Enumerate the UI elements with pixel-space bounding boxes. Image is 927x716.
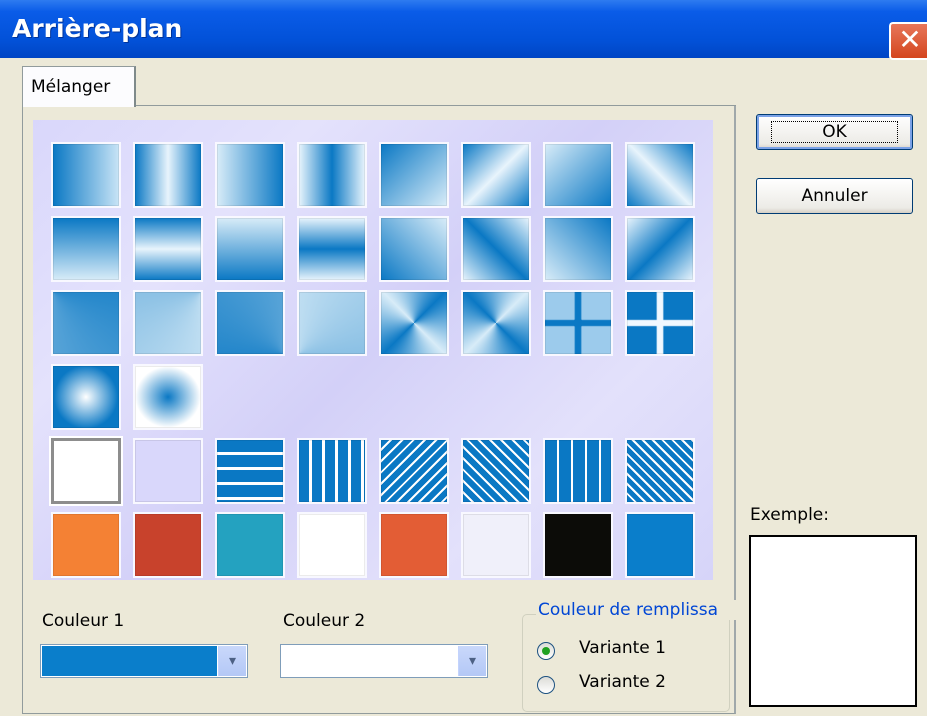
swatch-corner-2[interactable]	[133, 290, 203, 356]
swatch-stripes-diagonal-up[interactable]	[379, 438, 449, 504]
swatch-solid-orange[interactable]	[51, 512, 121, 578]
color2-dropdown[interactable]: ▾	[280, 644, 488, 678]
preview-box	[749, 535, 917, 707]
swatch-gradient-v-2[interactable]	[133, 216, 203, 282]
swatch-box-2[interactable]	[461, 290, 531, 356]
swatch-gradient-v-1[interactable]	[51, 216, 121, 282]
variant2-radio[interactable]	[537, 676, 555, 694]
variant2-label[interactable]: Variante 2	[579, 672, 666, 692]
color1-value	[42, 646, 217, 676]
swatch-crosshatch[interactable]	[625, 438, 695, 504]
close-button[interactable]: ✕	[889, 22, 927, 60]
cancel-button[interactable]: Annuler	[756, 178, 913, 214]
swatch-radial-1[interactable]	[51, 364, 121, 430]
swatch-gradient-d-5[interactable]	[379, 216, 449, 282]
title-bar: Arrière-plan ✕	[0, 0, 927, 60]
swatch-cross-2[interactable]	[625, 290, 695, 356]
swatch-solid-red[interactable]	[133, 512, 203, 578]
fill-color-group	[522, 614, 730, 712]
swatch-gradient-d-8[interactable]	[625, 216, 695, 282]
color2-label: Couleur 2	[283, 611, 366, 631]
swatch-gradient-d-3[interactable]	[543, 142, 613, 208]
swatch-radial-2[interactable]	[133, 364, 203, 430]
swatch-gradient-d-6[interactable]	[461, 216, 531, 282]
swatch-gradient-d-4[interactable]	[625, 142, 695, 208]
swatch-gradient-v-4[interactable]	[297, 216, 367, 282]
swatch-gradient-d-2[interactable]	[461, 142, 531, 208]
tab-melanger[interactable]: Mélanger	[22, 66, 136, 107]
color2-value	[282, 646, 457, 676]
ok-button-label: OK	[771, 121, 898, 143]
swatch-gradient-h-3[interactable]	[215, 142, 285, 208]
ok-button[interactable]: OK	[756, 114, 913, 150]
swatch-gradient-d-7[interactable]	[543, 216, 613, 282]
radio-selected-dot	[542, 647, 550, 655]
preview-label: Exemple:	[750, 505, 829, 525]
swatch-solid-orange-red[interactable]	[379, 512, 449, 578]
swatch-cross-1[interactable]	[543, 290, 613, 356]
swatch-stripes-vertical[interactable]	[297, 438, 367, 504]
swatch-corner-3[interactable]	[215, 290, 285, 356]
chevron-down-icon[interactable]: ▾	[458, 646, 486, 676]
swatch-gradient-h-4[interactable]	[297, 142, 367, 208]
swatch-corner-1[interactable]	[51, 290, 121, 356]
swatch-grid[interactable]	[543, 438, 613, 504]
tab-panel-border	[135, 105, 736, 106]
variant1-radio[interactable]	[537, 642, 555, 660]
variant1-label[interactable]: Variante 1	[579, 638, 666, 658]
swatch-solid-black[interactable]	[543, 512, 613, 578]
swatch-plain-lavender[interactable]	[133, 438, 203, 504]
swatch-plain-white[interactable]	[51, 438, 121, 504]
swatch-stripes-diagonal-down[interactable]	[461, 438, 531, 504]
color1-dropdown[interactable]: ▾	[40, 644, 248, 678]
swatch-solid-very-light[interactable]	[461, 512, 531, 578]
swatch-gradient-h-2[interactable]	[133, 142, 203, 208]
pattern-grid	[33, 120, 713, 580]
swatch-solid-teal[interactable]	[215, 512, 285, 578]
swatch-solid-white[interactable]	[297, 512, 367, 578]
chevron-down-icon[interactable]: ▾	[218, 646, 246, 676]
swatch-solid-blue[interactable]	[625, 512, 695, 578]
swatch-gradient-d-1[interactable]	[379, 142, 449, 208]
swatch-gradient-h-1[interactable]	[51, 142, 121, 208]
color1-label: Couleur 1	[42, 611, 125, 631]
swatch-corner-4[interactable]	[297, 290, 367, 356]
swatch-stripes-horizontal[interactable]	[215, 438, 285, 504]
fill-color-group-title: Couleur de remplissa	[536, 600, 736, 620]
swatch-gradient-v-3[interactable]	[215, 216, 285, 282]
window-title: Arrière-plan	[12, 14, 183, 43]
swatch-box-1[interactable]	[379, 290, 449, 356]
